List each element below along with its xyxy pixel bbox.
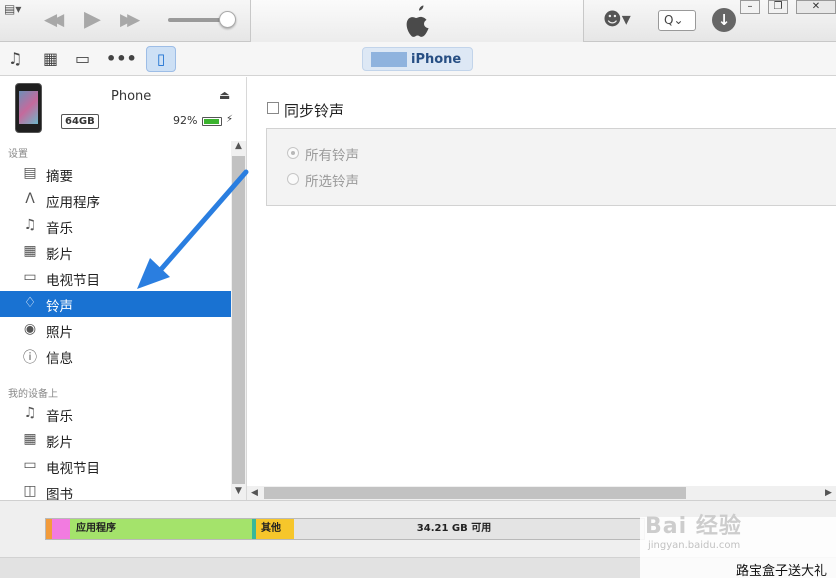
selected-ringtones-label: 所选铃声 [305,174,359,190]
sidebar-item-tv[interactable]: ▭ 电视节目 [0,265,231,291]
fast-forward-icon[interactable]: ▶▶ [120,6,140,34]
sidebar-item-info[interactable]: ⓘ 信息 [0,343,231,369]
sidebar-item-label: 应用程序 [46,195,100,211]
horizontal-scrollbar[interactable]: ◀ ▶ [247,486,836,500]
scroll-up-icon[interactable]: ▲ [231,141,246,155]
redacted-name [371,52,407,67]
sidebar-item-label: 图书 [46,487,73,500]
scroll-right-icon[interactable]: ▶ [825,486,832,500]
capacity-segment-photos [52,519,70,539]
sidebar-item-label: 信息 [46,351,73,367]
close-button[interactable]: ✕ [796,0,836,14]
all-ringtones-label: 所有铃声 [305,148,359,164]
apps-icon: Λ [25,191,35,207]
sidebar-item-summary[interactable]: ▤ 摘要 [0,161,231,187]
sidebar-item-device-movies[interactable]: ▦ 影片 [0,427,231,453]
capacity-segment-apps: 应用程序 [70,519,252,539]
apple-logo-icon [406,5,429,37]
settings-header: 设置 [8,149,28,160]
restore-button[interactable]: ❐ [768,0,788,14]
summary-icon: ▤ [23,165,37,181]
download-icon[interactable]: ↓ [712,8,736,32]
scrollbar-thumb[interactable] [264,487,686,499]
watermark-url: jingyan.baidu.com [648,540,741,551]
sidebar-item-apps[interactable]: Λ 应用程序 [0,187,231,213]
sidebar-item-music[interactable]: ♫ 音乐 [0,213,231,239]
menu-icon[interactable]: ▤▾ [4,2,28,16]
sidebar-item-photos[interactable]: ◉ 照片 [0,317,231,343]
more-icon[interactable]: ••• [106,50,137,68]
all-ringtones-radio[interactable] [287,147,299,159]
device-image [15,83,42,133]
music-icon: ♫ [23,217,37,233]
sidebar-item-movies[interactable]: ▦ 影片 [0,239,231,265]
sidebar-item-label: 音乐 [46,409,73,425]
sync-ringtones-checkbox[interactable] [267,102,279,114]
sidebar-item-ringtones[interactable]: ♢ 铃声 [0,291,231,317]
sidebar: Phone ⏏ 64GB 92% ⚡ 设置 ▤ 摘要 Λ 应用程序 ♫ 音乐 ▦… [0,77,246,500]
music-icon[interactable]: ♫ [8,50,22,68]
ringtone-options-panel: 所有铃声 所选铃声 [266,128,836,206]
media-nav-bar: ♫ ▦ ▭ ••• ▯ iPhone [0,42,836,76]
sidebar-item-label: 电视节目 [46,461,100,477]
sidebar-item-label: 电视节目 [46,273,100,289]
sidebar-item-device-tv[interactable]: ▭ 电视节目 [0,453,231,479]
scroll-down-icon[interactable]: ▼ [231,486,246,500]
capacity-badge: 64GB [61,114,99,129]
music-icon: ♫ [23,405,37,421]
account-icon[interactable]: ☻▾ [603,9,637,31]
volume-slider-thumb[interactable] [219,11,236,28]
battery-icon [202,117,222,126]
film-icon: ▦ [23,243,37,259]
book-icon: ◫ [23,483,37,499]
film-icon: ▦ [23,431,37,447]
sidebar-item-device-books[interactable]: ◫ 图书 [0,479,231,500]
status-display [250,0,584,42]
device-button[interactable]: iPhone [362,47,473,71]
tv-icon[interactable]: ▭ [75,50,90,68]
top-toolbar: ▤▾ ◀◀ ▶ ▶▶ ☻▾ Q⌄ ↓ – ❐ ✕ [0,0,836,42]
capacity-segment-other: 其他 [256,519,294,539]
main-content: 同步铃声 所有铃声 所选铃声 ◀ ▶ [246,77,836,500]
sync-ringtones-label: 同步铃声 [284,102,345,120]
tv-icon: ▭ [23,269,37,285]
battery-percent: 92% [173,114,198,127]
film-icon[interactable]: ▦ [43,50,58,68]
sidebar-item-label: 影片 [46,435,73,451]
scrollbar-thumb[interactable] [232,156,245,484]
sidebar-item-label: 照片 [46,325,73,341]
search-icon[interactable]: Q⌄ [658,10,696,31]
charging-icon: ⚡ [226,114,234,125]
mydevice-header: 我的设备上 [8,389,58,400]
capacity-free-space: 34.21 GB 可用 [416,523,492,534]
watermark-caption: 路宝盒子送大礼 [736,564,828,578]
tv-icon: ▭ [23,457,37,473]
watermark-logo: Bai 经验 [645,514,742,539]
sidebar-item-label: 摘要 [46,169,73,185]
rewind-icon[interactable]: ◀◀ [44,6,64,34]
device-name: Phone [111,89,152,104]
camera-icon: ◉ [23,321,37,337]
bell-icon: ♢ [23,295,37,311]
eject-icon[interactable]: ⏏ [219,88,230,102]
sidebar-item-device-music[interactable]: ♫ 音乐 [0,401,231,427]
scroll-left-icon[interactable]: ◀ [251,486,258,500]
info-icon: ⓘ [23,350,37,366]
sidebar-item-label: 铃声 [46,299,73,315]
device-button-label: iPhone [411,52,462,67]
sidebar-scrollbar[interactable]: ▲ ▼ [231,141,246,500]
iphone-icon[interactable]: ▯ [146,46,176,72]
minimize-button[interactable]: – [740,0,760,14]
capacity-bar: 应用程序 其他 34.21 GB 可用 [45,518,645,540]
selected-ringtones-radio[interactable] [287,173,299,185]
sidebar-item-label: 音乐 [46,221,73,237]
sidebar-item-label: 影片 [46,247,73,263]
play-icon[interactable]: ▶ [84,6,101,34]
